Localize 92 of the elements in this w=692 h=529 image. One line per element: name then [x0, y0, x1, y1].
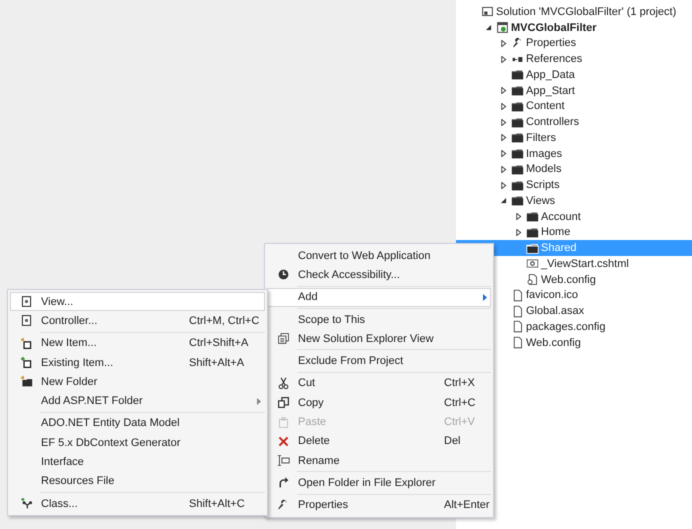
tree-item[interactable]: Controllers	[456, 114, 692, 130]
paste-icon	[276, 416, 290, 429]
tree-item[interactable]: MVCGlobalFilter	[456, 20, 692, 36]
tree-item[interactable]: Filters	[456, 130, 692, 146]
shortcut-text: Ctrl+Shift+A	[189, 337, 248, 350]
file-icon	[511, 288, 524, 302]
menu-item[interactable]: Cut Ctrl+X	[267, 374, 491, 394]
shortcut-text: Ctrl+M, Ctrl+C	[189, 314, 260, 327]
folder-icon	[526, 226, 539, 239]
collapsed-arrow-icon[interactable]	[500, 40, 507, 47]
class-icon	[20, 497, 32, 510]
tree-item[interactable]: Solution 'MVCGlobalFilter' (1 project)	[456, 4, 692, 20]
collapsed-arrow-icon[interactable]	[500, 166, 507, 173]
folder-icon	[526, 242, 539, 255]
shortcut-text: Ctrl+V	[444, 416, 475, 428]
shortcut-text: Alt+Enter	[444, 499, 490, 512]
menu-item[interactable]: Rename	[267, 450, 491, 470]
folder-icon	[511, 147, 524, 160]
expanded-arrow-icon[interactable]	[485, 24, 492, 32]
shortcut-text: Ctrl+X	[444, 377, 475, 390]
menu-item[interactable]: New Folder	[10, 372, 265, 392]
windows-icon	[276, 332, 290, 346]
folder-icon	[511, 162, 524, 176]
page-icon	[20, 295, 32, 308]
folder-icon	[511, 68, 524, 82]
menu-item[interactable]: EF 5.x DbContext Generator	[10, 433, 265, 452]
accessibility-icon	[276, 268, 290, 282]
menu-item[interactable]: Properties Alt+Enter	[267, 496, 491, 515]
tree-item[interactable]: Home	[456, 224, 692, 240]
shortcut-text: Shift+Alt+A	[189, 356, 244, 369]
folder-icon	[511, 178, 524, 192]
folder-icon	[526, 210, 539, 224]
file-icon	[511, 304, 524, 318]
page-icon	[20, 314, 32, 328]
tree-item[interactable]: Account	[456, 208, 692, 224]
wrench-icon	[276, 498, 290, 512]
menu-item[interactable]: Copy Ctrl+C	[267, 393, 491, 412]
menu-item[interactable]: View...	[10, 292, 265, 312]
collapsed-arrow-icon[interactable]	[515, 228, 522, 236]
expanded-arrow-icon[interactable]	[500, 197, 507, 204]
project-icon	[496, 21, 509, 34]
collapsed-arrow-icon[interactable]	[500, 56, 507, 63]
menu-item[interactable]: New Item... Ctrl+Shift+A	[10, 334, 265, 353]
menu-item[interactable]: ADO.NET Entity Data Model	[10, 414, 265, 434]
tree-item[interactable]: Models	[456, 162, 692, 178]
copy-icon	[276, 396, 290, 410]
folder-icon	[511, 131, 524, 144]
folder-icon	[511, 116, 524, 129]
file-icon	[511, 320, 524, 334]
menu-item[interactable]: Resources File	[10, 472, 265, 491]
redo-arrow-icon	[276, 476, 290, 490]
shortcut-text: Ctrl+C	[444, 396, 476, 409]
rename-icon	[276, 454, 290, 468]
menu-item[interactable]: Existing Item... Shift+Alt+A	[10, 352, 265, 372]
file-icon	[511, 336, 524, 350]
menu-item[interactable]: Delete Del	[267, 432, 491, 451]
tree-item[interactable]: Content	[456, 98, 692, 114]
tree-item[interactable]: App_Data	[456, 67, 692, 83]
tree-item[interactable]: Images	[456, 146, 692, 162]
collapsed-arrow-icon[interactable]	[500, 118, 507, 126]
razor-file-icon	[526, 257, 539, 270]
cut-icon	[276, 376, 290, 390]
menu-item[interactable]: Exclude From Project	[267, 351, 491, 371]
config-file-icon	[526, 273, 539, 286]
shortcut-text: Shift+Alt+C	[189, 498, 245, 510]
menu-item[interactable]: Interface	[10, 452, 265, 472]
collapsed-arrow-icon[interactable]	[500, 150, 507, 158]
tree-item[interactable]: Properties	[456, 36, 692, 52]
menu-item[interactable]: Controller... Ctrl+M, Ctrl+C	[10, 311, 265, 331]
tree-item[interactable]: App_Start	[456, 82, 692, 98]
existing-item-icon	[20, 356, 32, 370]
collapsed-arrow-icon[interactable]	[515, 213, 522, 220]
new-folder-icon	[20, 375, 32, 388]
folder-icon	[511, 194, 524, 208]
tree-item[interactable]: Views	[456, 193, 692, 209]
shortcut-text: Del	[444, 435, 461, 448]
tree-item[interactable]: Scripts	[456, 177, 692, 193]
folder-icon	[511, 84, 524, 98]
collapsed-arrow-icon[interactable]	[500, 102, 507, 110]
collapsed-arrow-icon[interactable]	[500, 87, 507, 94]
delete-icon	[276, 434, 290, 448]
folder-icon	[511, 100, 524, 113]
menu-item[interactable]: Open Folder in File Explorer	[267, 473, 491, 493]
collapsed-arrow-icon[interactable]	[500, 134, 507, 142]
tree-item[interactable]: Web.config	[456, 334, 692, 350]
menu-item[interactable]: Add	[267, 288, 491, 307]
menu-item[interactable]: Class... Shift+Alt+C	[10, 494, 265, 514]
tree-item[interactable]: References	[456, 51, 692, 67]
collapsed-arrow-icon[interactable]	[500, 182, 507, 189]
menu-item[interactable]: Add ASP.NET Folder	[10, 391, 265, 411]
solution-icon	[481, 5, 494, 18]
new-item-icon	[20, 336, 32, 350]
